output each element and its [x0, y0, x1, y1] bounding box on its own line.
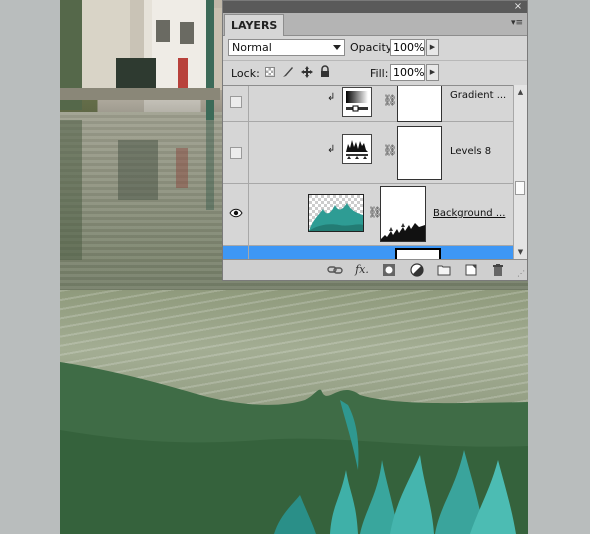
- coral-layer-thumbnail: [308, 194, 364, 232]
- levels-adjustment-thumbnail: [342, 134, 372, 164]
- layer-row-background[interactable]: ⛓ Background ...: [223, 184, 513, 246]
- layers-scrollbar[interactable]: ▲ ▼: [513, 85, 527, 259]
- fence-reflection: [118, 140, 158, 200]
- eye-icon: [229, 208, 243, 218]
- panel-tab-bar: LAYERS ▾≡: [223, 13, 527, 36]
- scrollbar-thumb[interactable]: [515, 181, 525, 195]
- layer-name[interactable]: Gradient ...: [450, 90, 506, 101]
- chevron-down-icon: [333, 45, 341, 50]
- visibility-toggle[interactable]: [223, 86, 249, 121]
- opacity-field[interactable]: 100%: [390, 39, 425, 56]
- lock-transparency-icon[interactable]: [263, 65, 277, 79]
- layer-row-selected[interactable]: [223, 246, 513, 260]
- blend-mode-select[interactable]: Normal: [228, 39, 345, 56]
- tree-reflection: [60, 120, 82, 260]
- adjustment-layer-icon[interactable]: [409, 262, 425, 278]
- tab-layers[interactable]: LAYERS: [224, 14, 285, 36]
- visibility-off-box: [230, 147, 242, 159]
- chain-icon[interactable]: ⛓: [383, 144, 397, 157]
- layer-row-levels[interactable]: ↲ ⛓ Levels 8: [223, 122, 513, 184]
- divider: [223, 60, 527, 61]
- panel-bottom-toolbar: fx. ⋰: [223, 259, 527, 280]
- link-layers-icon[interactable]: [327, 262, 343, 278]
- layer-mask-thumbnail[interactable]: [397, 126, 442, 180]
- opacity-label: Opacity:: [350, 41, 396, 54]
- postbox-reflection: [176, 148, 188, 188]
- clipping-arrow-icon: ↲: [327, 92, 336, 103]
- layer-name[interactable]: Levels 8: [450, 146, 491, 157]
- scroll-up-icon[interactable]: ▲: [514, 86, 527, 98]
- fill-slider-button[interactable]: ▶: [426, 64, 439, 81]
- layers-list: ↲ ⛓ Gradient ... ↲ ⛓ Levels 8 ⛓ Backgrou…: [223, 85, 513, 260]
- visibility-toggle[interactable]: [223, 246, 249, 260]
- layer-name[interactable]: Background ...: [433, 208, 505, 219]
- scroll-down-icon[interactable]: ▼: [514, 246, 527, 258]
- window: [156, 20, 170, 42]
- new-layer-icon[interactable]: [463, 262, 479, 278]
- blend-mode-value: Normal: [232, 41, 272, 54]
- panel-menu-button[interactable]: ▾≡: [510, 17, 524, 29]
- layer-mask-thumbnail[interactable]: [380, 186, 426, 242]
- lamp-reflection: [206, 120, 214, 210]
- folder-icon[interactable]: [436, 262, 452, 278]
- layer-row-gradient[interactable]: ↲ ⛓ Gradient ...: [223, 86, 513, 122]
- lock-label: Lock:: [231, 67, 260, 80]
- visibility-toggle[interactable]: [223, 122, 249, 183]
- window: [180, 22, 194, 44]
- sidewalk: [60, 88, 220, 100]
- panel-title-bar[interactable]: ×: [223, 1, 527, 13]
- post-box: [178, 58, 188, 92]
- fill-label: Fill:: [370, 67, 389, 80]
- fx-icon[interactable]: fx.: [354, 262, 370, 278]
- gradient-adjustment-thumbnail: [342, 87, 372, 117]
- lamp-post: [206, 0, 214, 120]
- clipping-arrow-icon: ↲: [327, 144, 336, 155]
- lock-all-icon[interactable]: [318, 65, 332, 79]
- resize-grip-icon[interactable]: ⋰: [517, 269, 525, 278]
- close-panel-button[interactable]: ×: [513, 1, 523, 12]
- visibility-toggle[interactable]: [223, 184, 249, 245]
- opacity-slider-button[interactable]: ▶: [426, 39, 439, 56]
- lock-position-move-icon[interactable]: [300, 65, 314, 79]
- visibility-off-box: [230, 96, 242, 108]
- layer-mask-thumbnail[interactable]: [397, 86, 442, 122]
- add-mask-icon[interactable]: [381, 262, 397, 278]
- layers-panel: × LAYERS ▾≡ Normal Opacity: 100% ▶ Lock:…: [222, 0, 528, 281]
- chain-icon[interactable]: ⛓: [383, 94, 397, 107]
- lock-pixels-brush-icon[interactable]: [281, 65, 295, 79]
- trash-icon[interactable]: [490, 262, 506, 278]
- fill-field[interactable]: 100%: [390, 64, 425, 81]
